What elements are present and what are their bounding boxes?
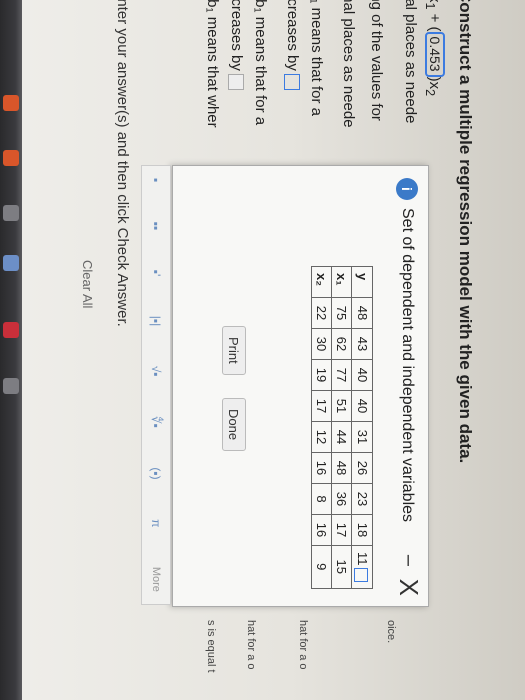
table-cell: 11 [351,545,373,588]
cutoff-text: oice. [385,620,397,644]
question-line: b₁ means that for a [308,0,325,116]
answer-line: ncreases by [283,0,301,90]
coefficient-input[interactable]: 0.453 [425,31,445,77]
answer-line: ncreases by [227,0,245,90]
cutoff-text: s is equal t [205,620,217,673]
table-cell: 26 [351,452,373,484]
fraction-tool[interactable]: ▪ [149,178,163,182]
done-button[interactable]: Done [222,398,246,452]
copy-icon[interactable] [354,567,369,582]
table-cell: 48 [331,452,352,484]
answer-input[interactable] [227,73,244,90]
monitor-bezel [0,0,22,700]
dock-app-icon [3,322,19,338]
nth-root-tool[interactable]: ∜▪ [149,416,163,428]
close-icon[interactable]: X [393,579,424,596]
rotated-screen: Construct a multiple regression model wi… [57,0,475,680]
table-cell: 16 [311,514,332,546]
table-cell: 62 [331,328,352,360]
table-cell: 9 [311,545,332,588]
table-cell: 31 [351,421,373,453]
answer-input[interactable] [283,73,300,90]
dock-app-icon [3,95,19,111]
table-cell: 15 [331,545,352,588]
table-cell: 12 [311,421,332,453]
pi-tool[interactable]: π [149,519,163,527]
table-cell: 48 [351,297,373,329]
info-icon: i [396,178,418,200]
question-line: nal places as neede [402,0,419,124]
dock-app-icon [3,255,19,271]
mixed-number-tool[interactable]: ▪▪ [149,222,163,231]
table-cell: 17 [311,390,332,422]
row-label: x₂ [311,266,332,298]
question-line: r b₁ means that wher [204,0,221,128]
dock-app-icon [3,150,19,166]
exponent-tool[interactable]: ▪' [149,270,163,277]
more-button[interactable]: More [150,567,162,592]
table-row: y 48 43 40 40 31 26 23 18 11 [351,266,373,588]
row-label: x₁ [331,266,352,298]
sqrt-tool[interactable]: √▪ [149,366,163,377]
cutoff-text: hat for a o [297,620,309,670]
data-dialog: i Set of dependent and independent varia… [172,165,429,607]
photo-frame: Construct a multiple regression model wi… [0,0,525,700]
table-cell: 40 [351,390,373,422]
table-cell: 51 [331,390,352,422]
table-cell: 23 [351,483,373,515]
dock-app-icon [3,378,19,394]
row-label: y [351,266,373,298]
table-cell: 44 [331,421,352,453]
table-cell: 36 [331,483,352,515]
math-toolbar: ▪ ▪▪ ▪' |▪| √▪ ∜▪ (▪) π More [141,165,171,605]
table-cell: 30 [311,328,332,360]
table-cell: 17 [331,514,352,546]
table-cell: 22 [311,297,332,329]
minimize-icon[interactable]: – [397,555,420,566]
table-row: x₂ 22 30 19 17 12 16 8 16 9 [311,266,332,588]
table-cell: 77 [331,359,352,391]
table-cell: 19 [311,359,332,391]
table-cell: 75 [331,297,352,329]
regression-equation: )x1 + (0.453)x2 [423,0,445,97]
question-line: mal places as neede [340,0,357,128]
instruction-text: enter your answer(s) and then click Chec… [114,0,131,327]
question-title: Construct a multiple regression model wi… [456,0,475,464]
parentheses-tool[interactable]: (▪) [149,467,163,479]
table-cell: 8 [311,483,332,515]
table-cell: 40 [351,359,373,391]
dock-app-icon [3,205,19,221]
cutoff-text: hat for a o [245,620,257,670]
absolute-value-tool[interactable]: |▪| [149,316,163,327]
question-line: r b₁ means that for a [252,0,269,126]
table-cell: 43 [351,328,373,360]
table-cell: 16 [311,452,332,484]
dialog-title: Set of dependent and independent variabl… [399,208,416,523]
clear-all-button[interactable]: Clear All [80,260,95,308]
print-button[interactable]: Print [222,326,246,375]
table-cell: 18 [351,514,373,546]
table-row: x₁ 75 62 77 51 44 48 36 17 15 [331,266,352,588]
data-table: y 48 43 40 40 31 26 23 18 11 x₁ 75 62 77 51 44 48 36 17 15 x… [311,266,373,589]
question-line: ing of the values for [368,0,385,121]
